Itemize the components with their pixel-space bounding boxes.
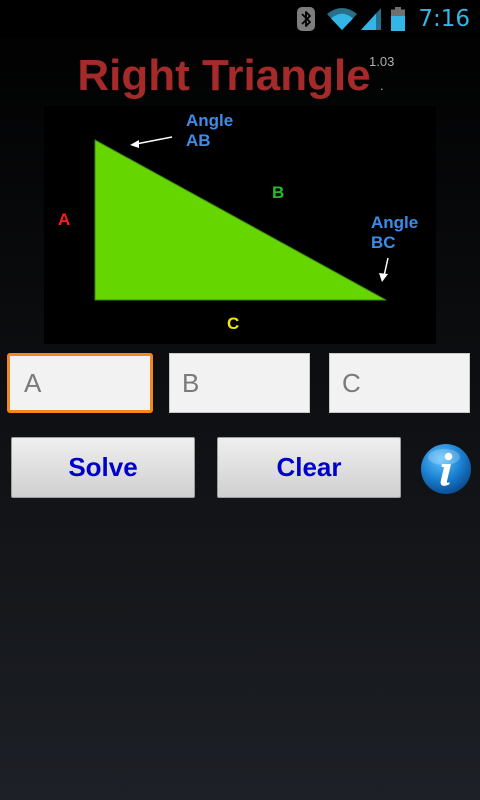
version-dot: . xyxy=(380,78,384,93)
version-label: 1.03 xyxy=(369,54,395,69)
status-bar: 7:16 xyxy=(0,0,480,38)
cell-signal-icon xyxy=(360,7,382,31)
status-icons: 7:16 xyxy=(296,4,470,34)
side-a-input[interactable] xyxy=(7,353,153,413)
clock: 7:16 xyxy=(418,6,470,32)
triangle-shape xyxy=(94,139,387,301)
arrow-angle-ab xyxy=(130,136,173,148)
solve-button[interactable]: Solve xyxy=(11,437,195,498)
info-button[interactable] xyxy=(420,443,472,495)
triangle-diagram: A B C Angle AB Angle BC xyxy=(44,106,436,344)
clear-button[interactable]: Clear xyxy=(217,437,401,498)
angle-ab-label: Angle AB xyxy=(186,111,234,150)
arrow-angle-bc xyxy=(379,257,389,282)
battery-icon xyxy=(390,6,406,32)
angle-bc-label: Angle BC xyxy=(371,213,419,252)
side-a-label: A xyxy=(58,210,71,229)
bluetooth-icon xyxy=(296,6,316,32)
side-c-input[interactable] xyxy=(329,353,470,413)
info-icon xyxy=(421,444,471,494)
side-b-input[interactable] xyxy=(169,353,310,413)
side-b-label: B xyxy=(272,183,285,202)
wifi-icon xyxy=(326,7,358,31)
side-c-label: C xyxy=(227,314,240,333)
